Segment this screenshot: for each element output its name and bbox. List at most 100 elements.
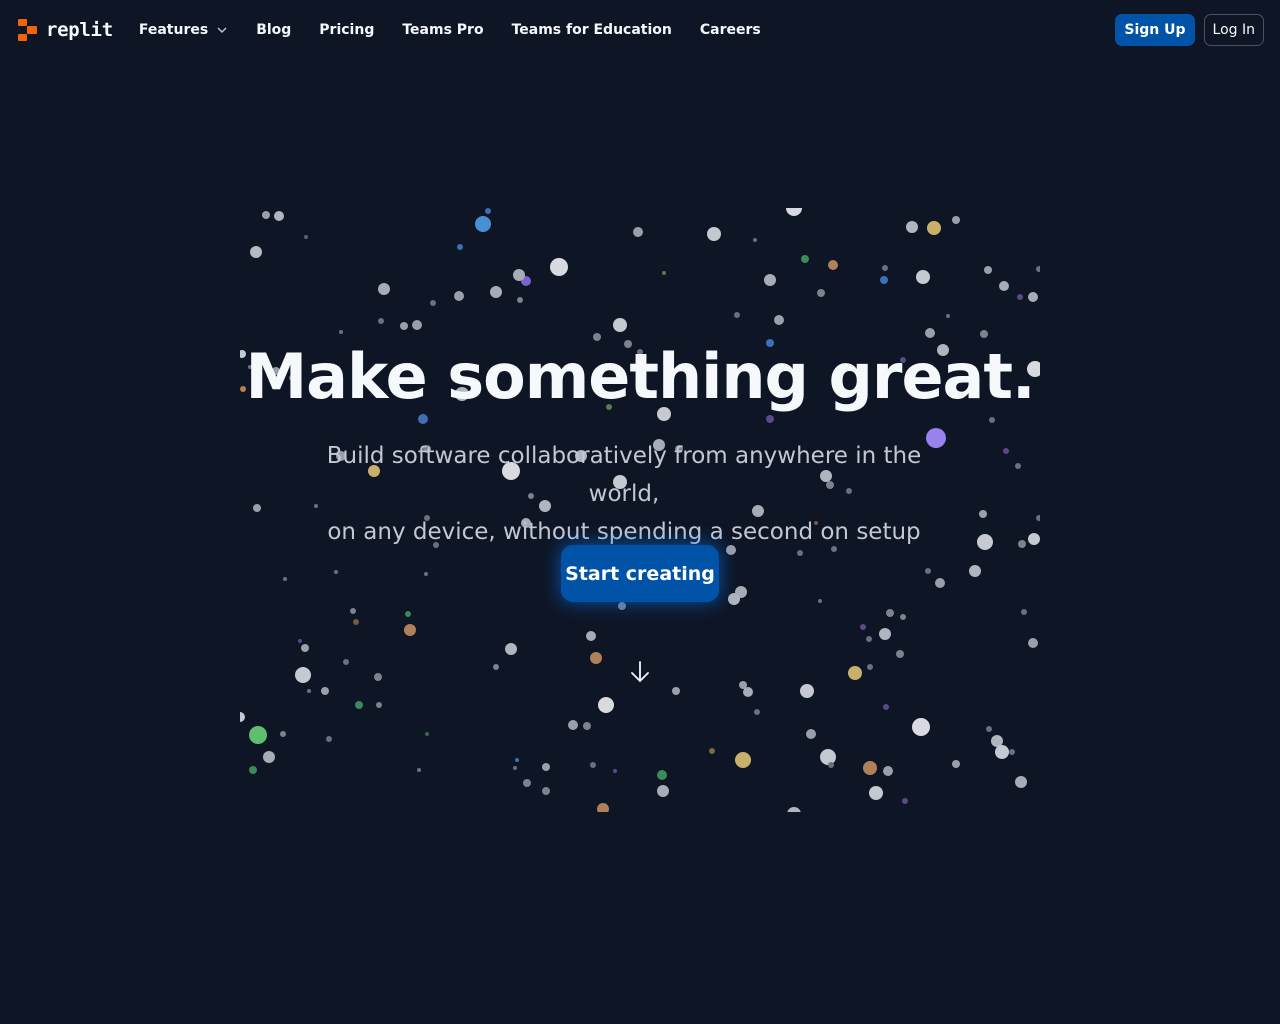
particle-dot bbox=[999, 281, 1009, 291]
particle-dot bbox=[613, 318, 627, 332]
particle-dot bbox=[735, 752, 751, 768]
main-nav: Features Blog Pricing Teams Pro Teams fo… bbox=[139, 22, 789, 38]
particle-dot bbox=[977, 534, 993, 550]
particle-dot bbox=[952, 216, 960, 224]
particle-dot bbox=[1036, 515, 1040, 521]
particle-dot bbox=[925, 568, 931, 574]
particle-dot bbox=[995, 745, 1009, 759]
hero-subtitle: Build software collaboratively from anyw… bbox=[300, 437, 948, 551]
particle-dot bbox=[376, 702, 382, 708]
particle-dot bbox=[728, 593, 740, 605]
start-creating-button[interactable]: Start creating bbox=[561, 545, 719, 602]
particle-dot bbox=[262, 211, 270, 219]
particle-dot bbox=[754, 709, 760, 715]
particle-dot bbox=[1015, 776, 1027, 788]
particle-dot bbox=[709, 748, 715, 754]
particle-dot bbox=[1017, 294, 1023, 300]
particle-dot bbox=[404, 624, 416, 636]
particle-dot bbox=[848, 666, 862, 680]
particle-dot bbox=[590, 762, 596, 768]
particle-dot bbox=[457, 244, 463, 250]
particle-dot bbox=[298, 639, 302, 643]
particle-dot bbox=[633, 227, 643, 237]
particle-dot bbox=[935, 578, 945, 588]
particle-dot bbox=[828, 762, 834, 768]
particle-dot bbox=[764, 274, 776, 286]
nav-item-blog[interactable]: Blog bbox=[256, 22, 291, 38]
particle-dot bbox=[304, 235, 308, 239]
particle-dot bbox=[513, 269, 525, 281]
particle-dot bbox=[886, 609, 894, 617]
particle-dot bbox=[400, 322, 408, 330]
hero-subtitle-line-1: Build software collaboratively from anyw… bbox=[326, 443, 922, 507]
particle-dot bbox=[1009, 749, 1015, 755]
particle-dot bbox=[880, 276, 888, 284]
particle-dot bbox=[863, 761, 877, 775]
particle-dot bbox=[869, 786, 883, 800]
particle-dot bbox=[613, 769, 617, 773]
particle-dot bbox=[1028, 292, 1038, 302]
particle-dot bbox=[952, 760, 960, 768]
particle-dot bbox=[866, 636, 872, 642]
particle-dot bbox=[1003, 448, 1009, 454]
particle-dot bbox=[263, 751, 275, 763]
particle-dot bbox=[321, 687, 329, 695]
particle-dot bbox=[515, 758, 519, 762]
nav-item-pricing[interactable]: Pricing bbox=[319, 22, 374, 38]
particle-dot bbox=[896, 650, 904, 658]
nav-item-features[interactable]: Features bbox=[139, 22, 228, 38]
particle-dot bbox=[916, 270, 930, 284]
particle-dot bbox=[542, 763, 550, 771]
particle-dot bbox=[734, 312, 740, 318]
arrow-down-icon[interactable] bbox=[627, 659, 653, 685]
particle-dot bbox=[1028, 638, 1038, 648]
particle-dot bbox=[583, 722, 591, 730]
sign-up-button[interactable]: Sign Up bbox=[1115, 14, 1195, 46]
particle-dot bbox=[1021, 609, 1027, 615]
particle-dot bbox=[817, 289, 825, 297]
logo-text: replit bbox=[46, 19, 113, 41]
replit-logo[interactable]: replit bbox=[18, 19, 113, 41]
particle-dot bbox=[672, 687, 680, 695]
particle-dot bbox=[979, 510, 987, 518]
particle-dot bbox=[743, 687, 753, 697]
particle-dot bbox=[753, 238, 757, 242]
nav-item-careers[interactable]: Careers bbox=[700, 22, 761, 38]
particle-dot bbox=[900, 614, 906, 620]
particle-dot bbox=[980, 330, 988, 338]
particle-dot bbox=[984, 266, 992, 274]
particle-dot bbox=[800, 684, 814, 698]
particle-dot bbox=[505, 643, 517, 655]
particle-dot bbox=[280, 731, 286, 737]
particle-dot bbox=[274, 211, 284, 221]
particle-dot bbox=[912, 718, 930, 736]
particle-dot bbox=[1018, 540, 1026, 548]
nav-item-teams-for-education[interactable]: Teams for Education bbox=[512, 22, 672, 38]
particle-dot bbox=[490, 286, 502, 298]
log-in-button[interactable]: Log In bbox=[1203, 14, 1264, 46]
particle-dot bbox=[766, 415, 774, 423]
particle-dot bbox=[517, 297, 523, 303]
particle-dot bbox=[657, 785, 669, 797]
particle-dot bbox=[417, 768, 421, 772]
particle-dot bbox=[969, 565, 981, 577]
particle-dot bbox=[249, 726, 267, 744]
particle-dot bbox=[350, 608, 356, 614]
particle-dot bbox=[662, 271, 666, 275]
particle-dot bbox=[1015, 463, 1021, 469]
particle-dot bbox=[378, 283, 390, 295]
particle-dot bbox=[618, 602, 626, 610]
particle-dot bbox=[820, 749, 836, 765]
particle-dot bbox=[307, 689, 311, 693]
particle-dot bbox=[1036, 266, 1040, 272]
particle-dot bbox=[879, 628, 891, 640]
top-nav-bar: replit Features Blog Pricing Teams Pro T… bbox=[0, 0, 1280, 60]
particle-dot bbox=[568, 720, 578, 730]
particle-dot bbox=[301, 644, 309, 652]
particle-dot bbox=[326, 736, 332, 742]
nav-item-teams-pro[interactable]: Teams Pro bbox=[402, 22, 483, 38]
particle-dot bbox=[946, 314, 950, 318]
particle-dot bbox=[454, 291, 464, 301]
particle-dot bbox=[707, 227, 721, 241]
particle-dot bbox=[378, 318, 384, 324]
